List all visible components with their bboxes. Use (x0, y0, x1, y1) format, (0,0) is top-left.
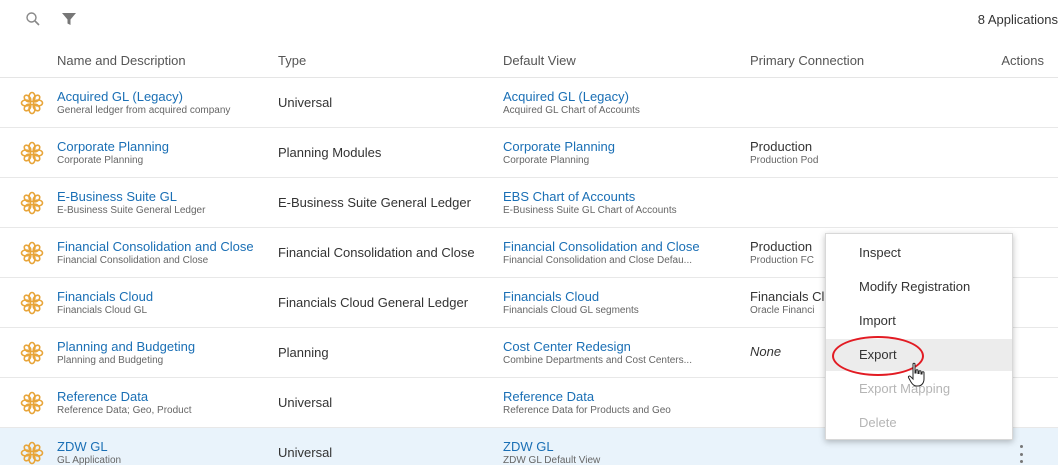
application-description: General ledger from acquired company (57, 105, 231, 116)
default-view-description: Corporate Planning (503, 155, 590, 166)
application-name-link[interactable]: E-Business Suite GL (57, 189, 267, 204)
application-icon (20, 191, 44, 215)
table-row[interactable]: Corporate Planning Corporate Planning Plan… (0, 128, 1058, 178)
default-view-description: Reference Data for Products and Geo (503, 405, 671, 416)
application-type: Universal (278, 445, 333, 460)
default-view-description: ZDW GL Default View (503, 455, 601, 465)
application-icon (20, 91, 44, 115)
application-type: Universal (278, 95, 333, 110)
application-name-link[interactable]: Reference Data (57, 389, 267, 404)
default-view-description: Financial Consolidation and Close Defau.… (503, 255, 692, 266)
toolbar: 8 Applications (0, 0, 1058, 40)
application-type: Financials Cloud General Ledger (278, 295, 469, 310)
primary-connection: Production (750, 139, 813, 154)
application-description: Corporate Planning (57, 155, 144, 166)
header-actions: Actions (1001, 53, 1044, 68)
application-description: Reference Data; Geo, Product (57, 405, 192, 416)
header-default-view[interactable]: Default View (503, 53, 576, 68)
default-view-link[interactable]: Corporate Planning (503, 139, 738, 154)
default-view-link[interactable]: Cost Center Redesign (503, 339, 738, 354)
primary-connection: Financials Cl (750, 289, 825, 304)
application-type: Planning (278, 345, 329, 360)
menu-item-inspect[interactable]: Inspect (826, 237, 1012, 269)
application-icon (20, 291, 44, 315)
application-description: E-Business Suite General Ledger (57, 205, 206, 216)
default-view-description: Acquired GL Chart of Accounts (503, 105, 640, 116)
header-primary-connection[interactable]: Primary Connection (750, 53, 864, 68)
primary-connection-description: Oracle Financi (750, 305, 815, 316)
default-view-description: E-Business Suite GL Chart of Accounts (503, 205, 677, 216)
filter-icon[interactable] (58, 8, 80, 30)
application-name-link[interactable]: Corporate Planning (57, 139, 267, 154)
more-actions-icon[interactable] (1016, 445, 1026, 463)
table-row[interactable]: Acquired GL (Legacy) General ledger from … (0, 78, 1058, 128)
application-description: Planning and Budgeting (57, 355, 164, 366)
default-view-link[interactable]: Financials Cloud (503, 289, 738, 304)
primary-connection-description: Production Pod (750, 155, 819, 166)
header-type[interactable]: Type (278, 53, 306, 68)
primary-connection: Production (750, 239, 813, 254)
search-icon[interactable] (22, 8, 44, 30)
application-icon (20, 341, 44, 365)
hand-cursor-icon (906, 362, 930, 388)
header-name[interactable]: Name and Description (57, 53, 186, 68)
application-type: E-Business Suite General Ledger (278, 195, 471, 210)
default-view-description: Financials Cloud GL segments (503, 305, 639, 316)
application-icon (20, 241, 44, 265)
primary-connection: None (750, 344, 782, 359)
application-name-link[interactable]: Planning and Budgeting (57, 339, 267, 354)
application-icon (20, 391, 44, 415)
default-view-link[interactable]: ZDW GL (503, 439, 738, 454)
application-type: Universal (278, 395, 333, 410)
primary-connection-description: Production FC (750, 255, 814, 266)
application-icon (20, 141, 44, 165)
table-row[interactable]: E-Business Suite GL E-Business Suite Gene… (0, 178, 1058, 228)
default-view-link[interactable]: Financial Consolidation and Close (503, 239, 738, 254)
application-name-link[interactable]: Acquired GL (Legacy) (57, 89, 267, 104)
application-description: Financial Consolidation and Close (57, 255, 209, 266)
application-type: Financial Consolidation and Close (278, 245, 475, 260)
application-description: GL Application (57, 455, 122, 465)
default-view-description: Combine Departments and Cost Centers... (503, 355, 692, 366)
application-type: Planning Modules (278, 145, 382, 160)
actions-menu: Inspect Modify Registration Import Expor… (825, 233, 1013, 440)
menu-item-delete[interactable]: Delete (826, 407, 1012, 439)
default-view-link[interactable]: Reference Data (503, 389, 738, 404)
application-description: Financials Cloud GL (57, 305, 148, 316)
table-header: Name and Description Type Default View P… (0, 44, 1058, 78)
default-view-link[interactable]: EBS Chart of Accounts (503, 189, 738, 204)
application-name-link[interactable]: ZDW GL (57, 439, 267, 454)
default-view-link[interactable]: Acquired GL (Legacy) (503, 89, 738, 104)
menu-item-modify-registration[interactable]: Modify Registration (826, 271, 1012, 303)
application-count: 8 Applications (977, 12, 1058, 27)
application-name-link[interactable]: Financials Cloud (57, 289, 267, 304)
application-icon (20, 441, 44, 465)
application-name-link[interactable]: Financial Consolidation and Close (57, 239, 267, 254)
menu-item-import[interactable]: Import (826, 305, 1012, 337)
